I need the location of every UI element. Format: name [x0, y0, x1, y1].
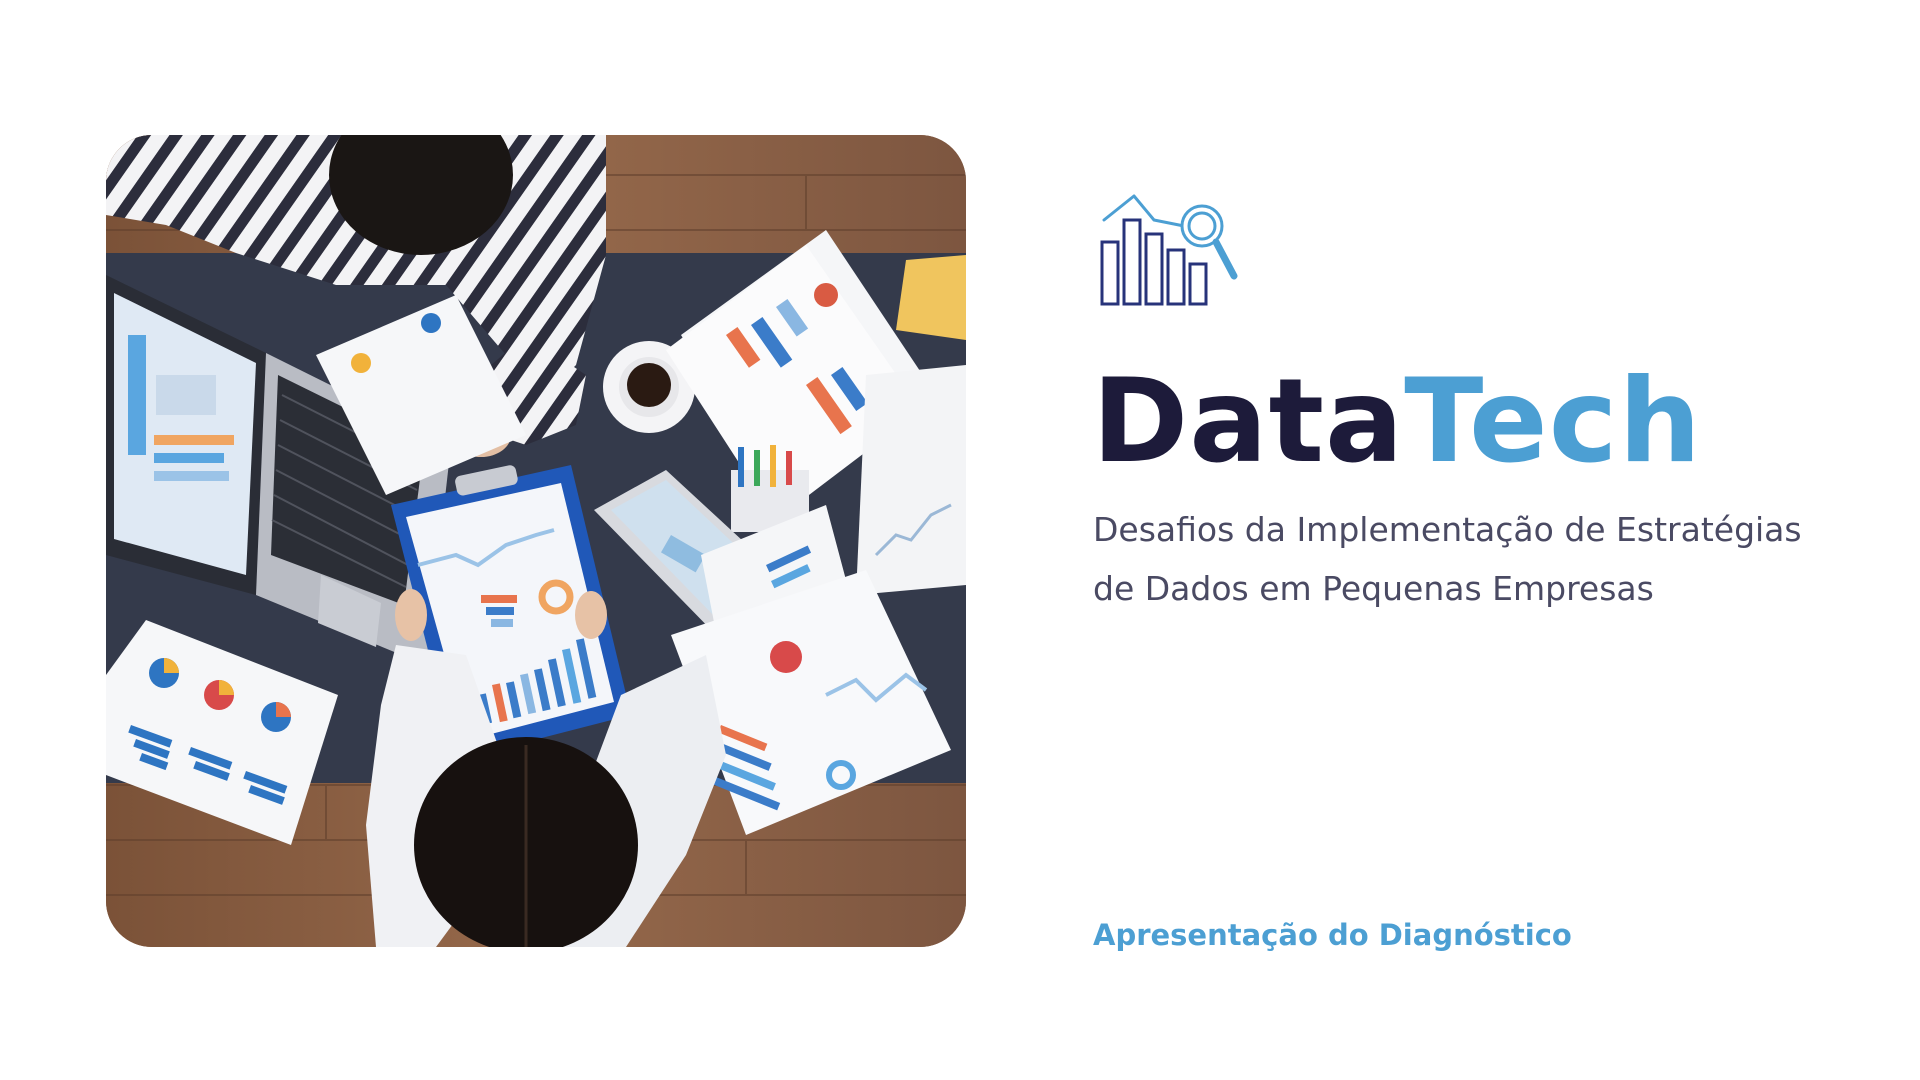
brand-title: DataTech	[1092, 355, 1702, 488]
brand-title-data: Data	[1092, 354, 1405, 489]
slide-subtitle: Desafios da Implementação de Estratégias…	[1093, 510, 1802, 608]
people-analyzing-charts-photo	[106, 135, 966, 947]
hero-photo	[106, 135, 966, 947]
bar-chart-magnifier-icon	[1100, 194, 1238, 306]
title-slide: DataTech Desafios da Implementação de Es…	[0, 0, 1920, 1080]
brand-title-tech: Tech	[1404, 354, 1703, 489]
presentation-label: Apresentação do Diagnóstico	[1093, 918, 1572, 952]
